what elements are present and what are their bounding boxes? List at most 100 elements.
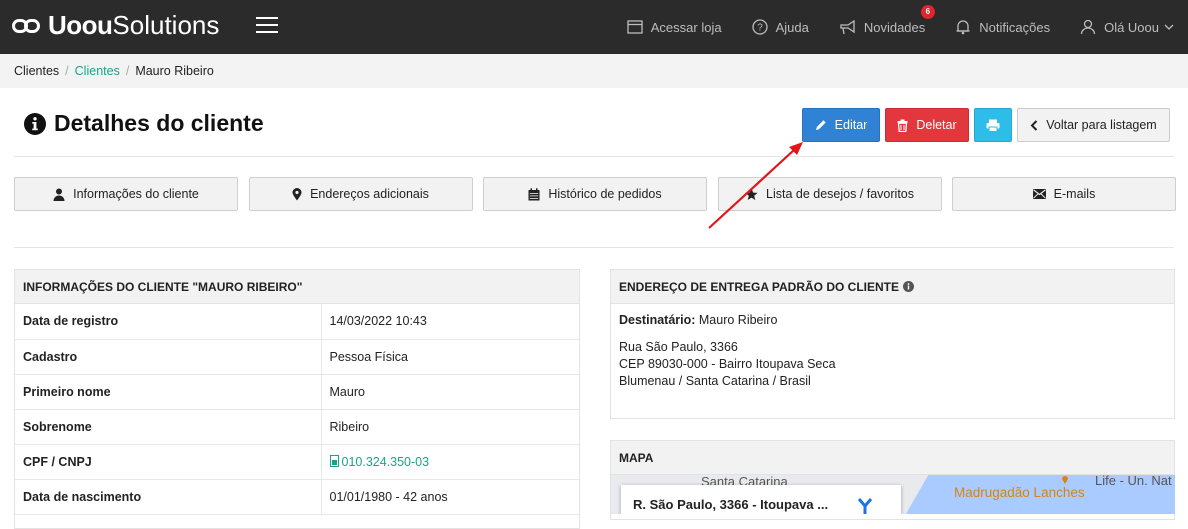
user-icon xyxy=(1080,19,1096,35)
top-nav: Acessar loja ? Ajuda Novidades 6 Notific… xyxy=(597,0,1174,54)
page-title: Detalhes do cliente xyxy=(54,110,264,136)
recipient-label: Destinatário: xyxy=(619,313,696,327)
table-row: Sobrenome Ribeiro xyxy=(15,409,579,445)
breadcrumb-separator: / xyxy=(65,64,69,78)
delete-button[interactable]: Deletar xyxy=(885,108,969,142)
delivery-address-panel: ENDEREÇO DE ENTREGA PADRÃO DO CLIENTE De… xyxy=(610,269,1175,419)
page-title-group: Detalhes do cliente xyxy=(24,110,264,137)
chevron-down-icon xyxy=(1164,24,1174,30)
breadcrumb-clients-link[interactable]: Clientes xyxy=(75,64,120,78)
cpf-text: 010.324.350-03 xyxy=(341,454,430,469)
map-card-title: R. São Paulo, 3366 - Itoupava ... xyxy=(633,497,829,512)
client-info-heading: INFORMAÇÕES DO CLIENTE "MAURO RIBEIRO" xyxy=(15,270,579,304)
row-value: Mauro xyxy=(321,374,579,410)
star-icon xyxy=(745,188,758,200)
help-icon: ? xyxy=(751,19,768,35)
nav-news-label: Novidades xyxy=(863,19,926,35)
user-icon xyxy=(53,188,65,201)
breadcrumb-root[interactable]: Clientes xyxy=(14,64,59,78)
tab-order-history[interactable]: Histórico de pedidos xyxy=(483,177,707,211)
nav-news[interactable]: Novidades 6 xyxy=(839,4,935,35)
info-circle-icon xyxy=(24,112,46,135)
logo-mark-icon xyxy=(12,17,42,35)
tab-emails[interactable]: E-mails xyxy=(952,177,1176,211)
edit-button[interactable]: Editar xyxy=(802,108,880,142)
row-label: Data de registro xyxy=(15,304,322,340)
map-info-card[interactable]: R. São Paulo, 3366 - Itoupava ... xyxy=(621,485,901,514)
map-poi-label[interactable]: Madrugadão Lanches xyxy=(954,485,1085,500)
calendar-icon xyxy=(528,187,540,200)
map-pin-icon xyxy=(292,187,302,200)
tab-label: Lista de desejos / favoritos xyxy=(766,187,914,201)
row-label: Data de nascimento xyxy=(15,479,322,515)
bell-icon xyxy=(956,20,970,35)
nav-user-label: Olá Uoou xyxy=(1104,19,1159,35)
table-row: CPF / CNPJ 010.324.350-03 xyxy=(15,444,579,480)
breadcrumb: Clientes / Clientes / Mauro Ribeiro xyxy=(0,54,1188,88)
svg-text:?: ? xyxy=(757,23,763,34)
row-value: 14/03/2022 10:43 xyxy=(321,304,579,340)
table-row: Cadastro Pessoa Física xyxy=(15,339,579,375)
brand-bold: Uoou xyxy=(48,10,113,40)
print-button[interactable] xyxy=(974,108,1012,142)
nav-user[interactable]: Olá Uoou xyxy=(1080,19,1174,35)
action-buttons: Editar Deletar Voltar para listagem xyxy=(797,108,1170,142)
nav-store[interactable]: Acessar loja xyxy=(627,20,722,35)
divider xyxy=(14,156,1174,157)
document-icon xyxy=(329,454,339,467)
tab-label: Endereços adicionais xyxy=(310,187,429,201)
table-row: Primeiro nome Mauro xyxy=(15,374,579,410)
chevron-left-icon xyxy=(1030,119,1038,131)
delivery-heading-row: ENDEREÇO DE ENTREGA PADRÃO DO CLIENTE xyxy=(611,270,1174,304)
tab-label: Informações do cliente xyxy=(73,187,199,201)
cpf-value[interactable]: 010.324.350-03 xyxy=(321,444,579,480)
delivery-heading: ENDEREÇO DE ENTREGA PADRÃO DO CLIENTE xyxy=(619,279,900,294)
top-bar: Uoou Solutions Acessar loja ? Ajuda Novid… xyxy=(0,0,1188,54)
delivery-address: Destinatário: Mauro Ribeiro Rua São Paul… xyxy=(611,304,1174,390)
recipient-line: Destinatário: Mauro Ribeiro xyxy=(619,312,1166,329)
table-row: Data de registro 14/03/2022 10:43 xyxy=(15,304,579,340)
row-value: Ribeiro xyxy=(321,409,579,445)
client-info-table: Data de registro 14/03/2022 10:43 Cadastr… xyxy=(15,304,579,515)
tab-client-info[interactable]: Informações do cliente xyxy=(14,177,238,211)
breadcrumb-separator: / xyxy=(125,64,130,78)
tab-label: Histórico de pedidos xyxy=(548,187,662,201)
recipient-name: Mauro Ribeiro xyxy=(698,313,778,327)
directions-icon[interactable] xyxy=(855,497,875,514)
client-tabs: Informações do cliente Endereços adicion… xyxy=(14,177,1176,211)
row-label: Primeiro nome xyxy=(15,374,322,410)
row-value: 01/01/1980 - 42 anos xyxy=(321,479,579,515)
map-place-label: Life - Un. Nat xyxy=(1095,475,1172,488)
row-value: Pessoa Física xyxy=(321,339,579,375)
tab-wishlist[interactable]: Lista de desejos / favoritos xyxy=(717,177,942,211)
address-line-3: Blumenau / Santa Catarina / Brasil xyxy=(619,374,811,388)
row-label: CPF / CNPJ xyxy=(15,444,322,480)
nav-help[interactable]: ? Ajuda xyxy=(751,19,809,35)
nav-notifications-label: Notificações xyxy=(979,19,1051,35)
address-line-1: Rua São Paulo, 3366 xyxy=(619,340,738,354)
row-label: Cadastro xyxy=(15,339,322,375)
breadcrumb-current: Mauro Ribeiro xyxy=(135,64,214,78)
pencil-icon xyxy=(815,120,826,130)
logo[interactable]: Uoou Solutions xyxy=(12,10,219,41)
address-line-2: CEP 89030-000 - Bairro Itoupava Seca xyxy=(619,357,836,371)
map-canvas[interactable]: Santa Catarina Madrugadão Lanches Life -… xyxy=(611,475,1175,514)
news-badge: 6 xyxy=(920,4,935,19)
nav-notifications[interactable]: Notificações xyxy=(955,19,1050,35)
row-label: Sobrenome xyxy=(15,409,322,445)
megaphone-icon xyxy=(840,19,855,34)
map-marker-icon xyxy=(1062,476,1068,484)
client-info-panel: INFORMAÇÕES DO CLIENTE "MAURO RIBEIRO" D… xyxy=(14,269,580,529)
printer-icon xyxy=(986,119,1000,132)
delete-button-label: Deletar xyxy=(916,118,957,132)
trash-icon xyxy=(897,119,908,132)
menu-icon[interactable] xyxy=(256,17,278,33)
map-heading: MAPA xyxy=(611,441,1174,475)
tab-additional-addresses[interactable]: Endereços adicionais xyxy=(248,177,473,211)
brand-light: Solutions xyxy=(112,10,220,40)
edit-button-label: Editar xyxy=(834,118,868,132)
nav-store-label: Acessar loja xyxy=(650,19,722,35)
back-button-label: Voltar para listagem xyxy=(1046,118,1157,132)
info-circle-icon[interactable] xyxy=(903,281,915,292)
back-to-list-button[interactable]: Voltar para listagem xyxy=(1017,108,1170,142)
